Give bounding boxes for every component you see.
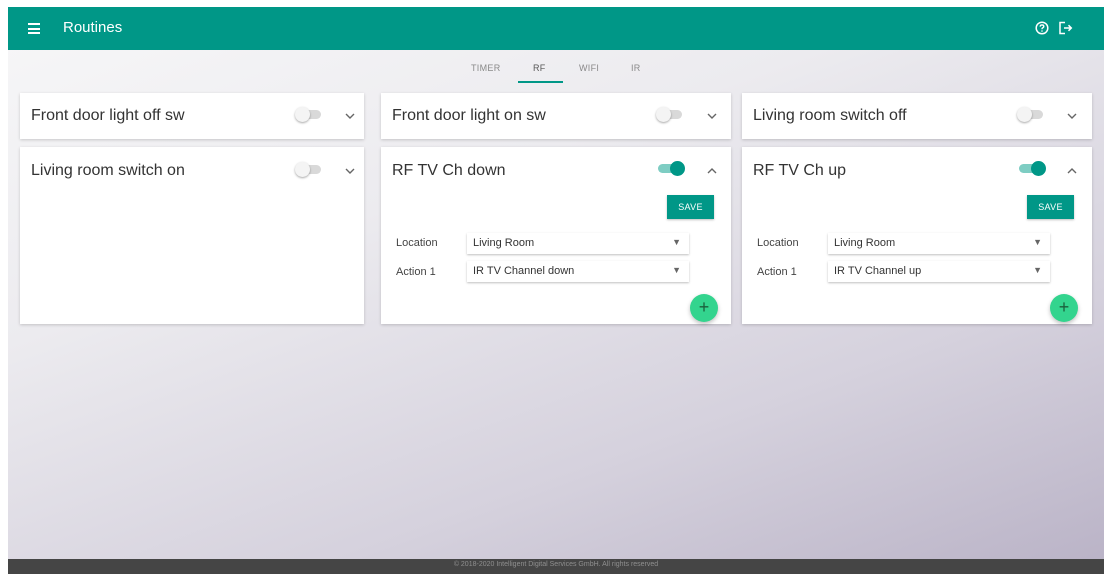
location-label: Location — [757, 237, 799, 249]
action-select[interactable]: IR TV Channel down ▼ — [467, 261, 689, 282]
dropdown-caret-icon: ▼ — [1033, 265, 1042, 275]
routine-card: Living room switch on — [20, 147, 364, 324]
hamburger-menu-icon[interactable] — [28, 23, 40, 34]
action-select[interactable]: IR TV Channel up ▼ — [828, 261, 1050, 282]
dropdown-caret-icon: ▼ — [672, 265, 681, 275]
location-select-value: Living Room — [473, 237, 535, 249]
tab-ir[interactable]: IR — [631, 63, 641, 73]
tab-rf[interactable]: RF — [533, 63, 546, 73]
location-select-value: Living Room — [834, 237, 896, 249]
routine-title: RF TV Ch up — [753, 162, 847, 179]
logout-icon[interactable] — [1058, 21, 1073, 35]
copyright-text: © 2018-2020 Intelligent Digital Services… — [453, 561, 659, 568]
routine-card-expanded: RF TV Ch up SAVE Location Living Room ▼ … — [742, 147, 1092, 324]
routine-title: Front door light off sw — [31, 107, 185, 124]
chevron-up-icon[interactable] — [1067, 167, 1077, 174]
tab-bar: TIMER RF WIFI IR — [8, 50, 1104, 84]
chevron-down-icon[interactable] — [1067, 113, 1077, 120]
action-label: Action 1 — [757, 266, 797, 278]
routine-title: RF TV Ch down — [392, 162, 506, 179]
active-tab-indicator — [518, 81, 563, 83]
action-select-value: IR TV Channel down — [473, 265, 575, 277]
routine-enable-toggle[interactable] — [1019, 161, 1046, 176]
routine-enable-toggle[interactable] — [295, 107, 323, 122]
footer-bar: © 2018-2020 Intelligent Digital Services… — [8, 559, 1104, 574]
routine-enable-toggle[interactable] — [658, 161, 685, 176]
add-action-button[interactable]: + — [690, 294, 718, 322]
routine-card: Living room switch off — [742, 93, 1092, 139]
save-button[interactable]: SAVE — [667, 195, 714, 219]
routine-card: Front door light off sw — [20, 93, 364, 139]
chevron-down-icon[interactable] — [345, 168, 355, 175]
add-action-button[interactable]: + — [1050, 294, 1078, 322]
routine-enable-toggle[interactable] — [656, 107, 684, 122]
action-label: Action 1 — [396, 266, 436, 278]
location-select[interactable]: Living Room ▼ — [828, 233, 1050, 254]
tab-timer[interactable]: TIMER — [471, 63, 501, 73]
routine-enable-toggle[interactable] — [295, 162, 323, 177]
routine-title: Front door light on sw — [392, 107, 546, 124]
location-label: Location — [396, 237, 438, 249]
dropdown-caret-icon: ▼ — [672, 237, 681, 247]
action-select-value: IR TV Channel up — [834, 265, 922, 277]
routine-enable-toggle[interactable] — [1017, 107, 1045, 122]
save-button[interactable]: SAVE — [1027, 195, 1074, 219]
app-frame: Routines TIMER RF WIFI IR Front door lig… — [8, 7, 1104, 574]
top-app-bar: Routines — [8, 7, 1104, 50]
help-circle-icon[interactable] — [1035, 21, 1049, 35]
chevron-up-icon[interactable] — [707, 167, 717, 174]
routine-card: Front door light on sw — [381, 93, 731, 139]
dropdown-caret-icon: ▼ — [1033, 237, 1042, 247]
tab-wifi[interactable]: WIFI — [579, 63, 599, 73]
routine-title: Living room switch on — [31, 162, 185, 179]
routine-title: Living room switch off — [753, 107, 907, 124]
page-title: Routines — [63, 19, 123, 36]
chevron-down-icon[interactable] — [707, 113, 717, 120]
location-select[interactable]: Living Room ▼ — [467, 233, 689, 254]
routine-card-expanded: RF TV Ch down SAVE Location Living Room … — [381, 147, 731, 324]
chevron-down-icon[interactable] — [345, 113, 355, 120]
